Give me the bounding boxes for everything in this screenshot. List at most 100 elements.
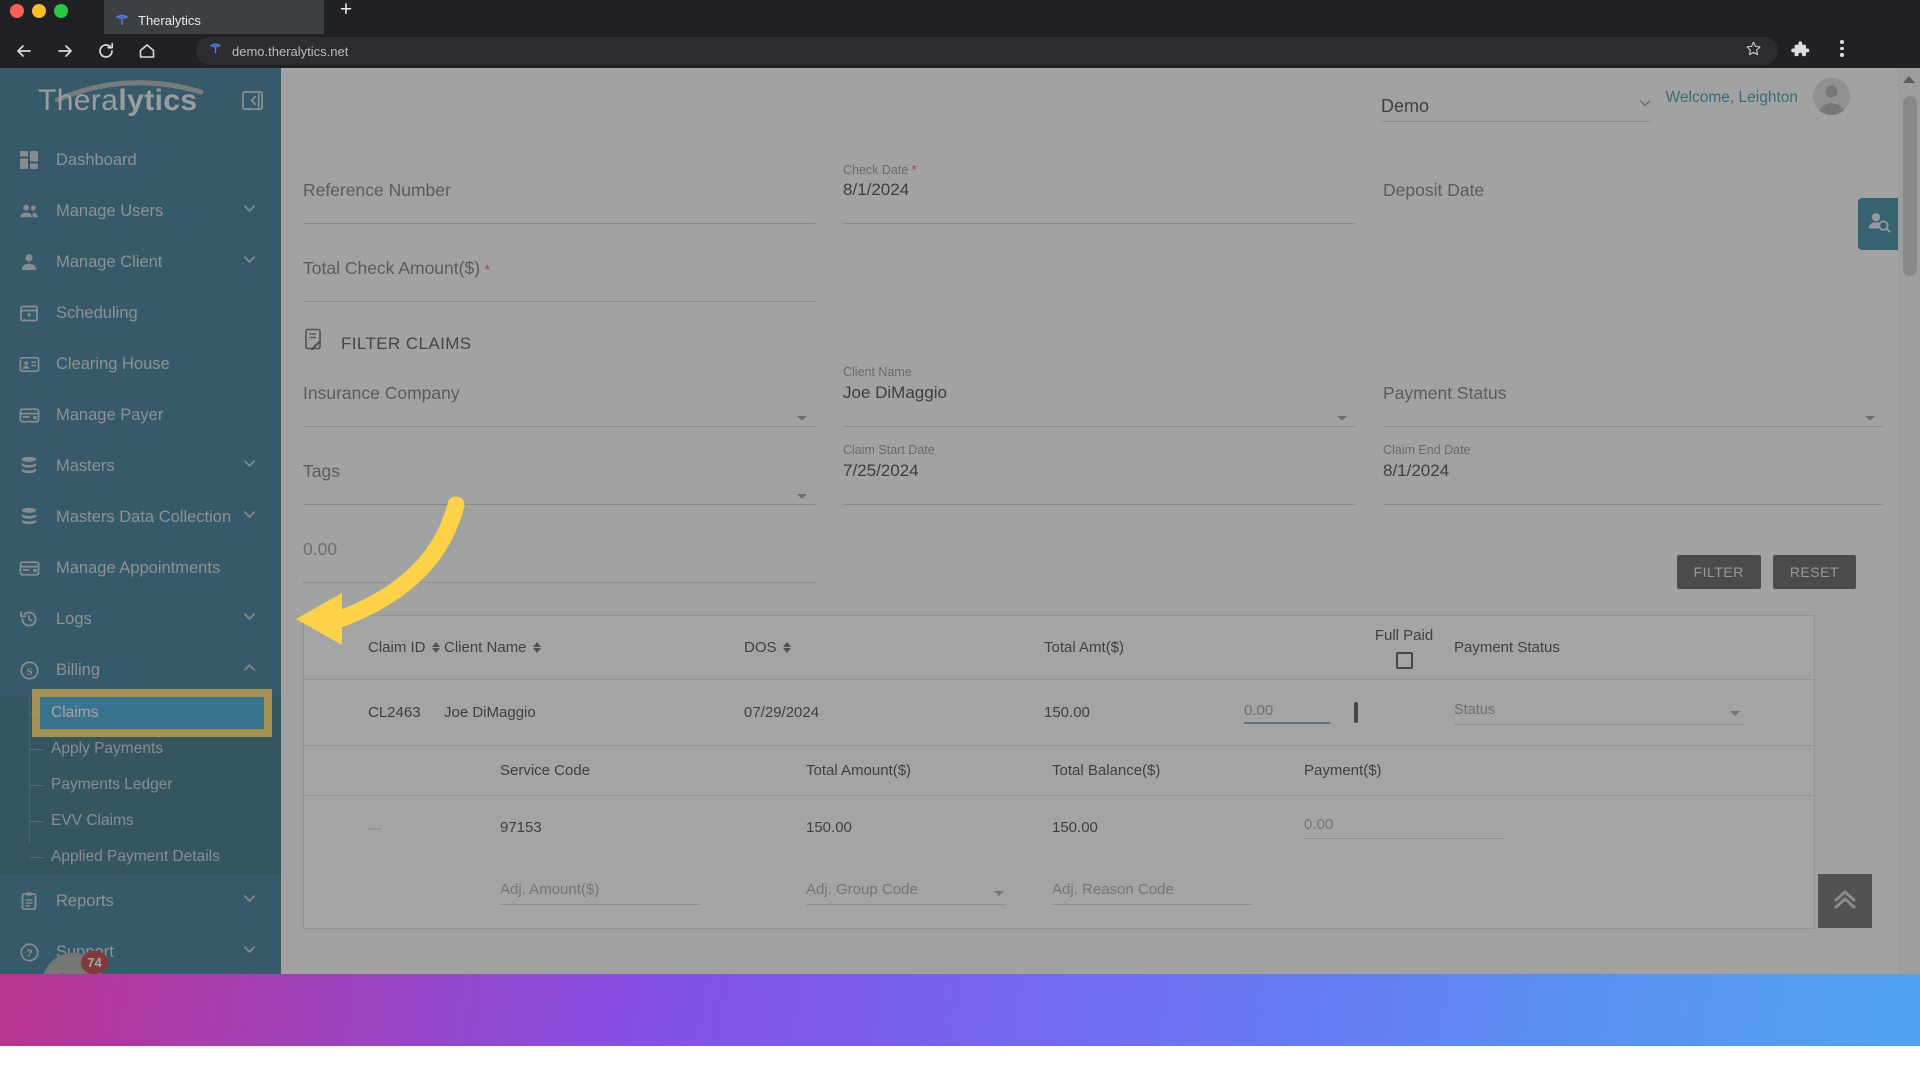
reload-icon[interactable] bbox=[89, 36, 123, 66]
welcome-message[interactable]: Welcome, Leighton bbox=[1666, 89, 1798, 107]
claim-start-date-label: Claim Start Date bbox=[843, 443, 935, 457]
client-name-field[interactable]: Client Name Joe DiMaggio bbox=[843, 365, 1355, 443]
chevron-down-icon[interactable] bbox=[242, 609, 257, 629]
insurance-company-placeholder: Insurance Company bbox=[303, 383, 460, 403]
sidebar-item-scheduling[interactable]: Scheduling bbox=[0, 287, 281, 338]
adj-amount-input[interactable]: Adj. Amount($) bbox=[500, 881, 700, 905]
sidebar-item-support[interactable]: ? Support bbox=[0, 926, 281, 977]
sidebar-item-masters-data-collection[interactable]: Masters Data Collection bbox=[0, 491, 281, 542]
sub-column-header-total-amount: Total Amount($) bbox=[806, 762, 912, 779]
insurance-company-field[interactable]: Insurance Company bbox=[303, 365, 815, 443]
amount-field[interactable]: 0.00 bbox=[303, 521, 815, 599]
payment-status-select[interactable]: Status bbox=[1454, 701, 1744, 725]
filter-claims-icon bbox=[303, 328, 327, 359]
billing-submenu: Claims Apply Payments Payments Ledger EV… bbox=[0, 697, 281, 875]
minimize-window-button[interactable] bbox=[32, 4, 46, 18]
user-avatar-icon[interactable] bbox=[1813, 78, 1850, 115]
full-paid-header-checkbox[interactable] bbox=[1395, 651, 1413, 669]
kebab-menu-icon[interactable] bbox=[1840, 40, 1844, 57]
chevron-down-icon[interactable] bbox=[797, 494, 807, 499]
sidebar-item-dashboard[interactable]: Dashboard bbox=[0, 134, 281, 185]
home-icon[interactable] bbox=[130, 36, 164, 66]
payment-amount-input[interactable]: 0.00 bbox=[1244, 702, 1330, 724]
sidebar-item-manage-payer[interactable]: Manage Payer bbox=[0, 389, 281, 440]
star-icon[interactable] bbox=[1745, 40, 1762, 62]
sidebar-item-clearing-house[interactable]: Clearing House bbox=[0, 338, 281, 389]
app-logo[interactable]: Theralytics bbox=[0, 68, 281, 134]
filter-button[interactable]: FILTER bbox=[1676, 555, 1761, 589]
browser-toolbar: demo.theralytics.net bbox=[0, 34, 1920, 68]
maximize-window-button[interactable] bbox=[54, 4, 68, 18]
window-traffic-lights[interactable] bbox=[10, 0, 68, 22]
field-underline-dotted bbox=[303, 582, 815, 583]
sidebar-item-payments-ledger[interactable]: Payments Ledger bbox=[0, 767, 281, 803]
organization-select[interactable]: Demo bbox=[1381, 88, 1651, 122]
sidebar-item-apply-payments[interactable]: Apply Payments bbox=[0, 731, 281, 767]
claim-end-date-field[interactable]: Claim End Date 8/1/2024 bbox=[1383, 443, 1883, 521]
full-paid-row-checkbox[interactable] bbox=[1354, 702, 1358, 723]
claim-end-date-label: Claim End Date bbox=[1383, 443, 1471, 457]
back-arrow-icon[interactable] bbox=[7, 36, 41, 66]
collapse-sidebar-icon[interactable] bbox=[242, 90, 263, 116]
reset-button[interactable]: RESET bbox=[1772, 555, 1856, 589]
chevron-up-icon[interactable] bbox=[242, 660, 257, 680]
sidebar-item-masters[interactable]: Masters bbox=[0, 440, 281, 491]
claim-end-date-value: 8/1/2024 bbox=[1383, 461, 1450, 480]
chevron-down-icon[interactable] bbox=[242, 942, 257, 962]
chevron-down-icon[interactable] bbox=[1730, 710, 1740, 716]
client-search-tab[interactable] bbox=[1858, 198, 1898, 250]
sidebar-item-manage-appointments[interactable]: Manage Appointments bbox=[0, 542, 281, 593]
chevron-down-icon[interactable] bbox=[797, 416, 807, 421]
column-header-claim-id[interactable]: Claim ID bbox=[304, 639, 444, 656]
chevron-down-icon[interactable] bbox=[994, 891, 1004, 896]
payment-status-field[interactable]: Payment Status bbox=[1383, 365, 1883, 443]
address-bar[interactable]: demo.theralytics.net bbox=[196, 37, 1778, 65]
sidebar-item-billing[interactable]: S Billing bbox=[0, 644, 281, 695]
sidebar-item-evv-claims[interactable]: EVV Claims bbox=[0, 803, 281, 839]
puzzle-piece-icon[interactable] bbox=[1790, 41, 1811, 67]
adj-group-code-cell: Adj. Group Code bbox=[806, 881, 1052, 905]
chevron-down-icon[interactable] bbox=[1639, 94, 1651, 121]
scrollbar-up-arrow-icon[interactable] bbox=[1903, 76, 1915, 83]
chevron-down-icon[interactable] bbox=[1337, 416, 1347, 421]
table-row[interactable]: CL2463 Joe DiMaggio 07/29/2024 150.00 0.… bbox=[304, 680, 1814, 746]
close-window-button[interactable] bbox=[10, 4, 24, 18]
total-check-amount-placeholder: Total Check Amount($) * bbox=[303, 258, 490, 278]
sort-icon[interactable] bbox=[532, 642, 541, 653]
total-check-amount-field[interactable]: Total Check Amount($) * bbox=[303, 240, 815, 318]
scrollbar-thumb[interactable] bbox=[1903, 96, 1917, 276]
sidebar-item-manage-users[interactable]: Manage Users bbox=[0, 185, 281, 236]
reference-number-field[interactable]: Reference Number bbox=[303, 162, 815, 240]
sidebar-item-applied-payment-details[interactable]: Applied Payment Details bbox=[0, 839, 281, 875]
browser-tab[interactable]: Theralytics bbox=[104, 0, 324, 34]
adj-group-code-select[interactable]: Adj. Group Code bbox=[806, 881, 1006, 905]
forward-arrow-icon[interactable] bbox=[48, 36, 82, 66]
chevron-down-icon[interactable] bbox=[242, 456, 257, 476]
sub-table-row: 97153 150.00 150.00 0.00 bbox=[304, 796, 1814, 858]
adj-reason-code-input[interactable]: Adj. Reason Code bbox=[1052, 881, 1252, 905]
sort-icon[interactable] bbox=[782, 642, 791, 653]
sidebar-item-claims[interactable]: Claims bbox=[30, 697, 264, 729]
claims-table: Claim ID Client Name DOS Total Amt($) Fu… bbox=[303, 615, 1815, 929]
claim-start-date-field[interactable]: Claim Start Date 7/25/2024 bbox=[843, 443, 1355, 521]
tags-field[interactable]: Tags bbox=[303, 443, 815, 521]
column-header-client-name[interactable]: Client Name bbox=[444, 639, 744, 656]
scroll-to-top-button[interactable] bbox=[1818, 874, 1872, 928]
chevron-down-icon[interactable] bbox=[1865, 416, 1875, 421]
sidebar-item-reports[interactable]: Reports bbox=[0, 875, 281, 926]
new-tab-button[interactable]: + bbox=[332, 0, 360, 22]
check-date-field[interactable]: Check Date * 8/1/2024 bbox=[843, 162, 1355, 240]
chevron-down-icon[interactable] bbox=[242, 507, 257, 527]
column-header-dos[interactable]: DOS bbox=[744, 639, 1044, 656]
chevron-down-icon[interactable] bbox=[242, 201, 257, 221]
chevron-down-icon[interactable] bbox=[242, 891, 257, 911]
sub-payment-input[interactable]: 0.00 bbox=[1304, 816, 1504, 839]
sidebar-item-logs[interactable]: Logs bbox=[0, 593, 281, 644]
page-scrollbar[interactable] bbox=[1898, 68, 1920, 1080]
filter-claims-title: FILTER CLAIMS bbox=[341, 333, 472, 353]
chevron-down-icon[interactable] bbox=[242, 252, 257, 272]
cell-sub-payment: 0.00 bbox=[1304, 816, 1816, 839]
sort-icon[interactable] bbox=[431, 642, 440, 653]
deposit-date-field[interactable]: Deposit Date bbox=[1383, 162, 1883, 240]
sidebar-item-manage-client[interactable]: Manage Client bbox=[0, 236, 281, 287]
